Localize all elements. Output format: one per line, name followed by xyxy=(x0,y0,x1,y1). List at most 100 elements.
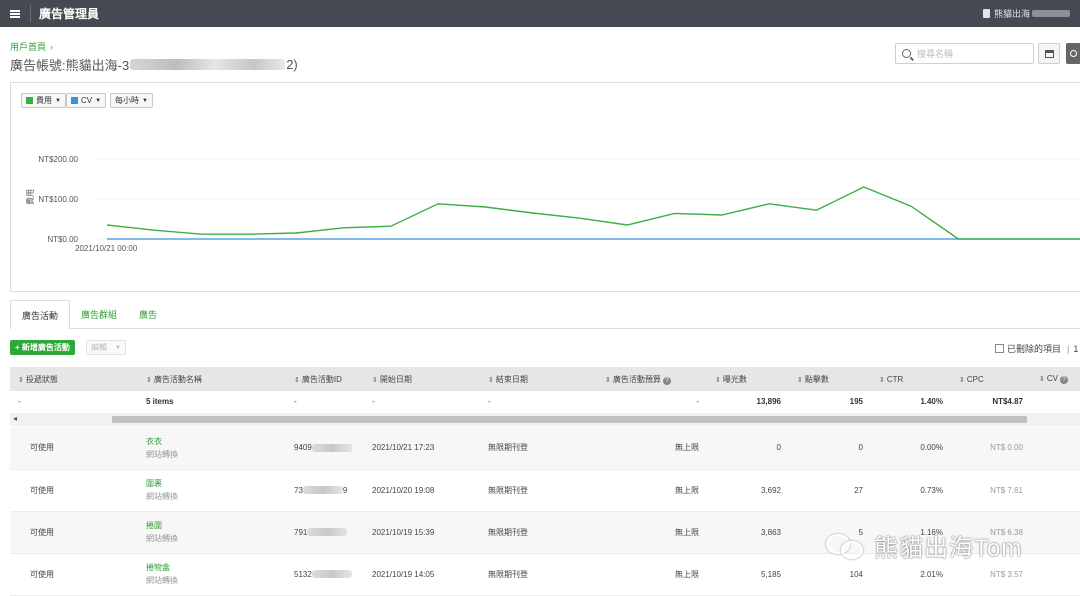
cv-cell xyxy=(1031,427,1080,470)
summary-cell: - xyxy=(364,391,480,414)
summary-cell xyxy=(1031,391,1080,414)
col-header[interactable]: ⇕ 結束日期 xyxy=(480,367,597,391)
start-date-cell: 2021/10/20 19:08 xyxy=(364,469,480,512)
trailing-count: 1 xyxy=(1073,343,1079,354)
campaign-id-start: 5132 xyxy=(294,569,312,579)
table-body: 可使用 衣衣 網站轉換 9409 2021/10/21 17:23 無限期刊登 無上限 0 0 0… xyxy=(10,427,1080,596)
col-header-label: 結束日期 xyxy=(495,374,528,384)
summary-cell: - xyxy=(10,391,138,414)
top-bar: 廣告管理員 熊貓出海 xyxy=(0,0,1080,27)
col-header-label: CPC xyxy=(966,374,984,384)
sort-icon: ⇕ xyxy=(488,376,494,384)
campaign-id-start: 73 xyxy=(294,485,303,495)
sort-icon: ⇕ xyxy=(372,376,378,384)
account-name-end: 2) xyxy=(286,57,298,72)
campaign-name-link[interactable]: 圍裹 xyxy=(146,478,278,489)
campaign-name-cell: 衣衣 網站轉換 xyxy=(138,427,286,470)
series-line-cost xyxy=(106,186,1080,240)
y-tick-label: NT$0.00 xyxy=(47,235,78,244)
cpc-cell: NT$ 7.61 xyxy=(951,469,1031,512)
campaign-objective: 網站轉換 xyxy=(146,449,178,459)
sort-icon: ⇕ xyxy=(1039,376,1045,383)
breadcrumb-home-link[interactable]: 用戶首頁 xyxy=(10,42,46,52)
col-header-label: CTR xyxy=(886,374,904,384)
col-header[interactable]: ⇕ 廣告活動ID xyxy=(286,367,364,391)
divider: | xyxy=(1067,343,1070,354)
impressions-cell: 3,692 xyxy=(707,469,789,512)
search-button[interactable] xyxy=(1066,43,1080,64)
col-header[interactable]: ⇕ 投遞狀態 xyxy=(10,367,138,391)
search-field[interactable] xyxy=(895,43,1034,64)
col-header-label: 廣告活動ID xyxy=(301,374,342,384)
table-row[interactable]: 可使用 圍裹 網站轉換 73 9 2021/10/20 19:08 無限期刊登 無上限 3,69… xyxy=(10,469,1080,512)
show-deleted-checkbox[interactable] xyxy=(995,344,1004,353)
col-header[interactable]: ⇕ CTR xyxy=(871,367,951,391)
campaign-name-link[interactable]: 捲物盒 xyxy=(146,562,278,573)
clicks-cell: 27 xyxy=(789,469,871,512)
col-header[interactable]: ⇕ CPC xyxy=(951,367,1031,391)
col-header[interactable]: ⇕ 開始日期 xyxy=(364,367,480,391)
col-header-label: 廣告活動名稱 xyxy=(153,374,202,384)
help-icon[interactable]: ? xyxy=(662,376,671,385)
tab-campaigns[interactable]: 廣告活動 xyxy=(10,300,71,330)
account-switcher[interactable]: 熊貓出海 xyxy=(982,7,1070,20)
col-header[interactable]: ⇕ CV? xyxy=(1031,367,1080,391)
ctr-cell: 0.73% xyxy=(871,469,951,512)
edit-dropdown-button[interactable]: 編輯 ▼ xyxy=(86,340,126,355)
clicks-cell: 0 xyxy=(789,427,871,470)
summary-cell: 13,896 xyxy=(707,391,789,414)
summary-cell: 5 items xyxy=(138,391,286,414)
show-deleted-toggle[interactable]: 已刪除的項目 | 1 xyxy=(995,342,1078,355)
campaign-name-link[interactable]: 捲圍 xyxy=(146,520,278,531)
cv-cell xyxy=(1031,469,1080,512)
campaign-name-link[interactable]: 衣衣 xyxy=(146,436,278,447)
tab-ad-groups[interactable]: 廣告群組 xyxy=(70,300,128,329)
scrollbar-thumb[interactable] xyxy=(112,416,1027,423)
summary-cell: - xyxy=(480,391,597,414)
show-deleted-label: 已刪除的項目 xyxy=(1007,344,1062,354)
redacted-account-id xyxy=(130,59,286,70)
col-header-label: 投遞狀態 xyxy=(25,374,58,384)
sort-icon: ⇕ xyxy=(146,376,152,384)
redacted-id xyxy=(302,486,343,495)
status-cell: 可使用 xyxy=(10,469,138,512)
sort-icon: ⇕ xyxy=(18,376,24,384)
cv-cell xyxy=(1031,553,1080,596)
breadcrumb: 用戶首頁 › xyxy=(10,40,53,53)
date-range-button[interactable] xyxy=(1038,43,1060,64)
col-header[interactable]: ⇕ 廣告活動名稱 xyxy=(138,367,286,391)
scroll-left-icon[interactable]: ◂ xyxy=(13,414,17,423)
col-header[interactable]: ⇕ 點擊數 xyxy=(789,367,871,391)
sort-icon: ⇕ xyxy=(605,376,611,384)
horizontal-scrollbar[interactable]: ◂ xyxy=(10,413,1080,426)
ctr-cell: 0.00% xyxy=(871,427,951,470)
campaign-name-cell: 捲圍 網站轉換 xyxy=(138,511,286,554)
wechat-icon xyxy=(826,532,866,560)
chevron-right-icon: › xyxy=(50,42,54,52)
sort-icon: ⇕ xyxy=(797,376,803,384)
summary-cell: - xyxy=(597,391,707,414)
col-header[interactable]: ⇕ 曝光數 xyxy=(707,367,789,391)
help-icon[interactable]: ? xyxy=(1060,376,1068,384)
col-header-label: 廣告活動預算 xyxy=(612,374,661,384)
sort-icon: ⇕ xyxy=(294,376,300,384)
table-row[interactable]: 可使用 衣衣 網站轉換 9409 2021/10/21 17:23 無限期刊登 無上限 0 0 0… xyxy=(10,427,1080,470)
col-header[interactable]: ⇕ 廣告活動預算? xyxy=(597,367,707,391)
edit-label: 編輯 xyxy=(91,343,107,352)
end-date-cell: 無限期刊登 xyxy=(480,469,597,512)
search-input[interactable] xyxy=(917,48,1017,59)
col-header-label: CV xyxy=(1046,374,1058,383)
status-cell: 可使用 xyxy=(10,427,138,470)
tab-ads[interactable]: 廣告 xyxy=(128,300,168,329)
new-campaign-button[interactable]: + 新增廣告活動 xyxy=(10,340,75,355)
y-tick-label: NT$200.00 xyxy=(38,155,78,164)
start-date-cell: 2021/10/19 14:05 xyxy=(364,553,480,596)
campaign-objective: 網站轉換 xyxy=(146,576,178,585)
hamburger-menu-button[interactable] xyxy=(0,0,30,27)
account-name: 熊貓出海 xyxy=(993,9,1030,19)
campaign-objective: 網站轉換 xyxy=(146,534,178,543)
campaign-name-cell: 圍裹 網站轉換 xyxy=(138,469,286,512)
account-name-start: 熊貓出海-3 xyxy=(65,58,130,73)
account-label: 廣告帳號: xyxy=(10,58,66,73)
summary-cell: - xyxy=(286,391,364,414)
